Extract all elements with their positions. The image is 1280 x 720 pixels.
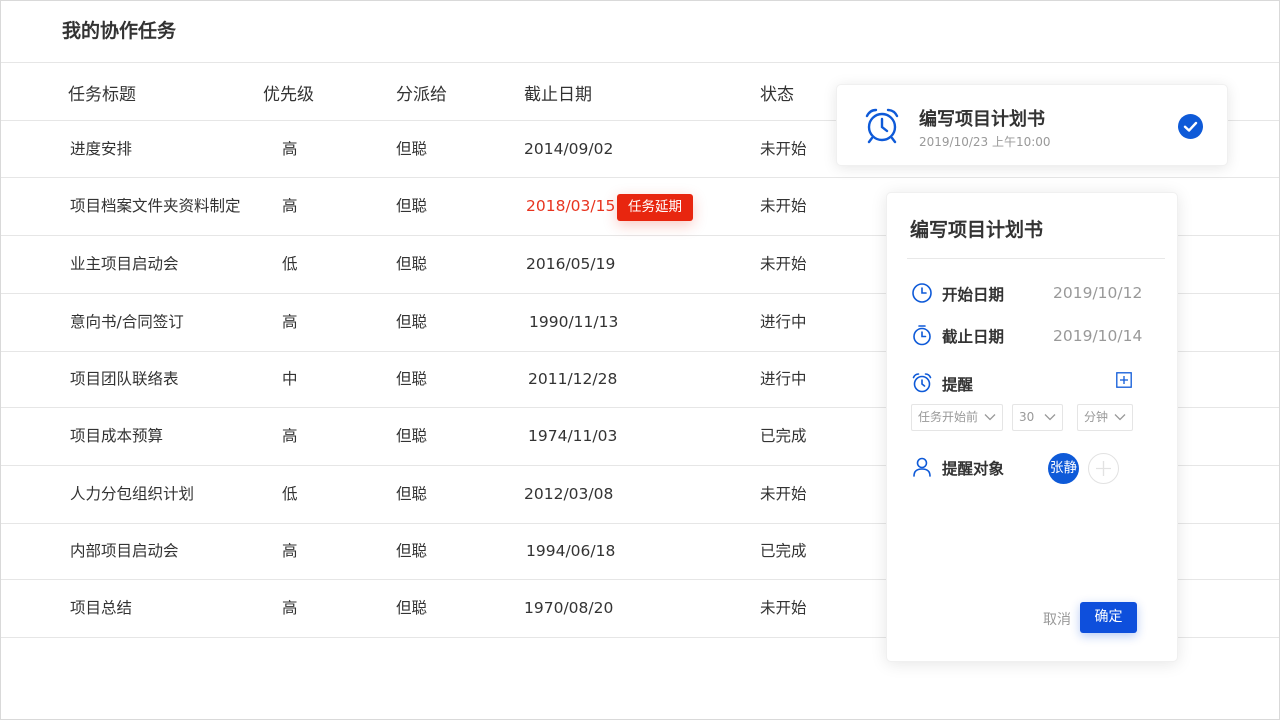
reminder-target-label: 提醒对象 [942,460,1005,478]
task-due-date: 1994/06/18 [526,542,616,560]
clock-icon [912,283,932,303]
column-header-due[interactable]: 截止日期 [524,80,592,105]
task-title: 项目档案文件夹资料制定 [70,197,241,215]
task-due-date: 2014/09/02 [524,140,614,158]
task-title: 内部项目启动会 [70,542,179,560]
cancel-button[interactable]: 取消 [1043,609,1071,629]
task-priority: 高 [282,197,298,215]
task-assignee: 但聪 [396,140,428,158]
page-title: 我的协作任务 [62,20,177,42]
task-due-date: 2016/05/19 [526,255,616,273]
reminder-unit-value: 分钟 [1084,410,1109,424]
task-assignee: 但聪 [396,197,428,215]
task-status: 未开始 [760,599,807,617]
reminder-notification-card[interactable]: 编写项目计划书 2019/10/23 上午10:00 [836,84,1228,166]
task-priority: 高 [282,140,298,158]
task-assignee: 但聪 [396,599,428,617]
due-date-value[interactable]: 2019/10/14 [1053,327,1142,345]
start-date-value[interactable]: 2019/10/12 [1053,284,1142,302]
task-priority: 低 [282,255,298,273]
task-due-date: 1990/11/13 [529,313,619,331]
task-title: 项目团队联络表 [70,370,179,388]
task-priority: 高 [282,599,298,617]
task-title: 项目总结 [70,599,133,617]
chevron-down-icon [984,414,996,421]
panel-divider [907,258,1165,259]
header-divider [1,62,1279,63]
column-header-title[interactable]: 任务标题 [68,80,136,105]
panel-title: 编写项目计划书 [910,219,1044,241]
alarm-icon [912,373,932,393]
notification-title: 编写项目计划书 [919,109,1045,130]
task-priority: 高 [282,427,298,445]
task-status: 进行中 [760,313,807,331]
reminder-unit-select[interactable]: 分钟 [1077,404,1133,431]
notification-time: 2019/10/23 上午10:00 [919,135,1051,149]
reminder-amount-select[interactable]: 30 [1012,404,1063,431]
reminder-label: 提醒 [942,376,974,394]
add-reminder-icon[interactable] [1116,372,1132,388]
task-status: 已完成 [760,427,807,445]
task-status: 未开始 [760,255,807,273]
task-status: 未开始 [760,140,807,158]
task-priority: 高 [282,313,298,331]
task-assignee: 但聪 [396,485,428,503]
avatar[interactable]: 张静 [1048,453,1079,484]
due-date-label: 截止日期 [942,328,1005,346]
task-assignee: 但聪 [396,427,428,445]
column-header-status[interactable]: 状态 [760,80,794,105]
task-due-date: 2018/03/15 [526,197,616,215]
column-header-assignee[interactable]: 分派给 [396,80,447,105]
user-icon [913,457,931,477]
task-title: 意向书/合同签订 [70,313,184,331]
task-assignee: 但聪 [396,313,428,331]
task-delayed-badge: 任务延期 [617,194,693,221]
stopwatch-icon [913,325,931,346]
reminder-when-select[interactable]: 任务开始前 [911,404,1003,431]
task-priority: 中 [282,370,298,388]
reminder-amount-value: 30 [1019,410,1035,424]
chevron-down-icon [1114,414,1126,421]
task-title: 进度安排 [70,140,133,158]
task-assignee: 但聪 [396,255,428,273]
add-target-button[interactable] [1088,453,1119,484]
start-date-label: 开始日期 [942,286,1005,304]
task-priority: 高 [282,542,298,560]
alarm-clock-icon [865,108,899,144]
task-title: 项目成本预算 [70,427,164,445]
task-status: 进行中 [760,370,807,388]
task-title: 业主项目启动会 [70,255,179,273]
task-due-date: 1970/08/20 [524,599,614,617]
task-assignee: 但聪 [396,370,428,388]
task-status: 已完成 [760,542,807,560]
column-header-priority[interactable]: 优先级 [263,80,314,105]
task-due-date: 2012/03/08 [524,485,614,503]
task-title: 人力分包组织计划 [70,485,195,503]
task-due-date: 1974/11/03 [528,427,618,445]
task-assignee: 但聪 [396,542,428,560]
task-detail-panel: 编写项目计划书 开始日期 2019/10/12 截止日期 2019/10/14 … [886,192,1178,662]
chevron-down-icon [1044,414,1056,421]
task-priority: 低 [282,485,298,503]
confirm-button[interactable]: 确定 [1080,602,1137,633]
reminder-when-value: 任务开始前 [918,410,979,424]
task-status: 未开始 [760,485,807,503]
check-circle-icon[interactable] [1178,114,1203,139]
task-due-date: 2011/12/28 [528,370,618,388]
task-status: 未开始 [760,197,807,215]
